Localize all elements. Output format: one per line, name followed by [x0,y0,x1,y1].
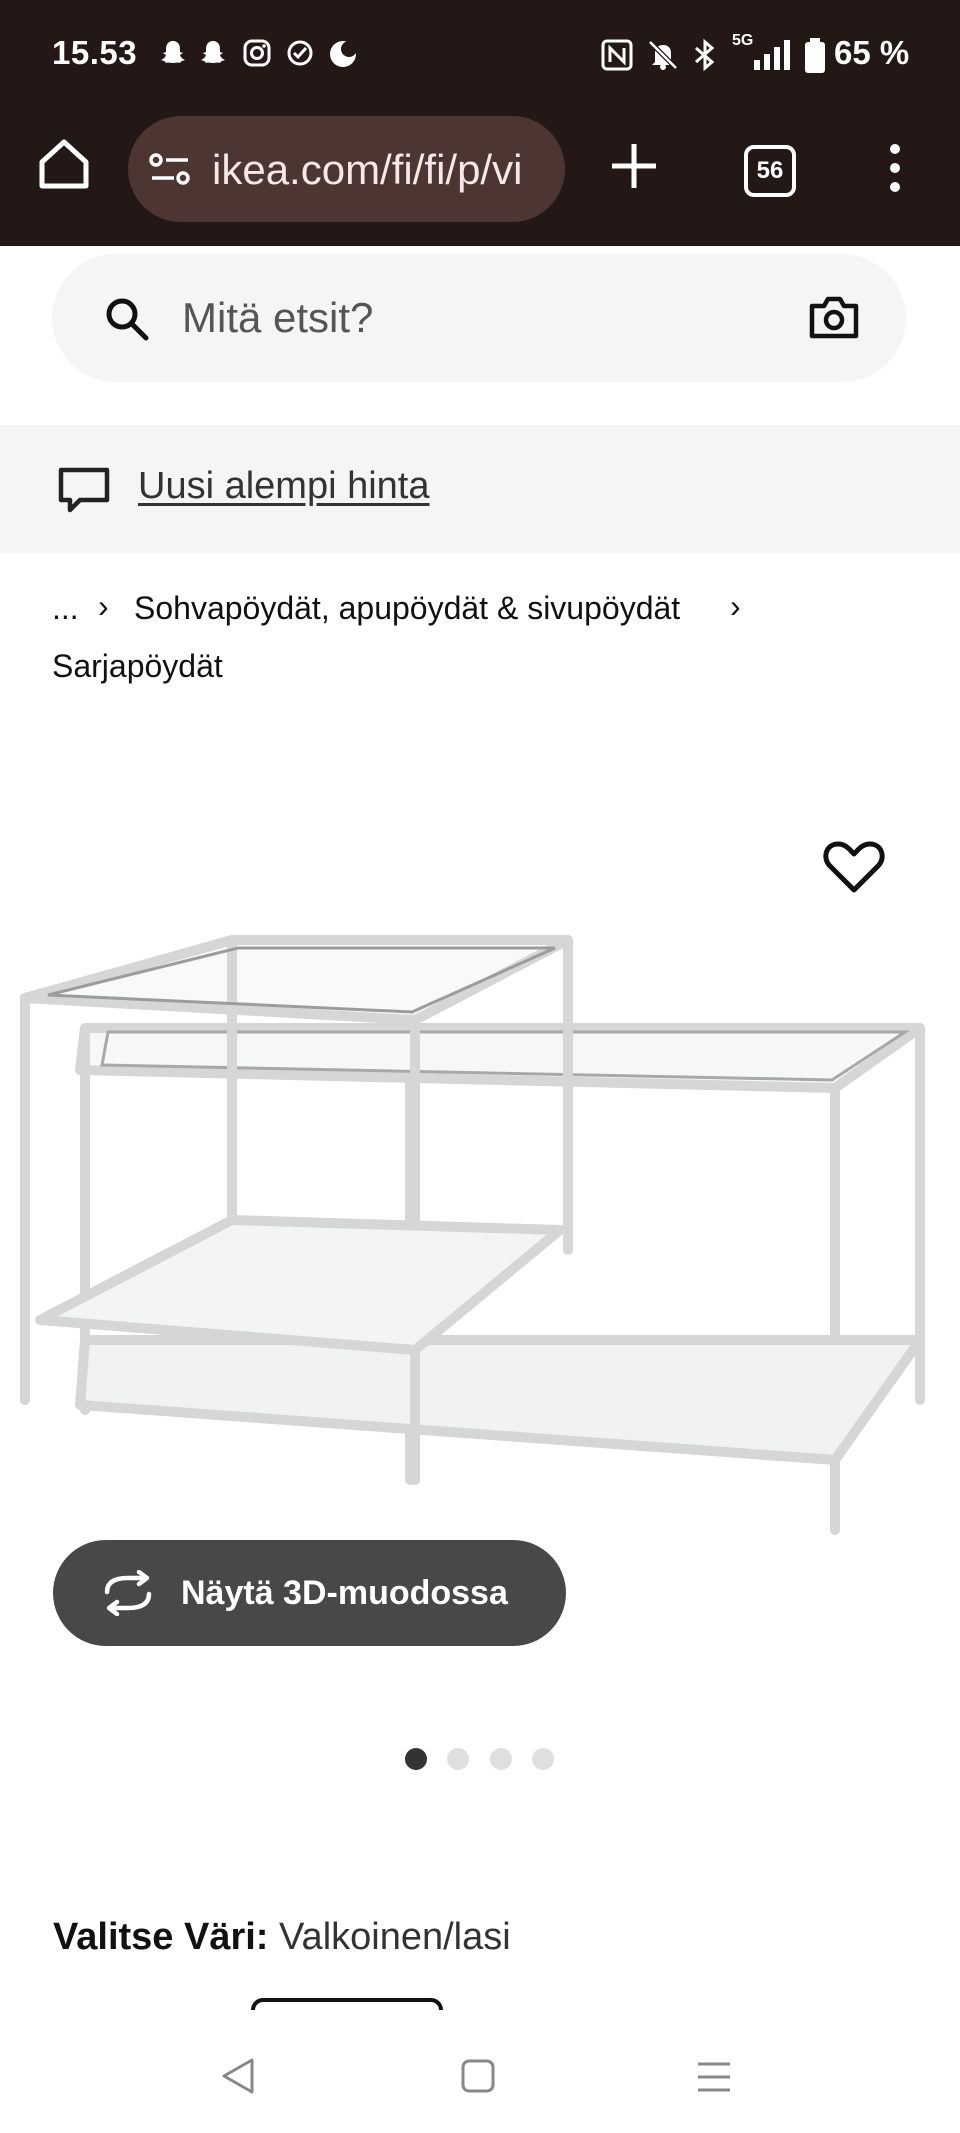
instagram-icon [243,39,271,67]
chat-bubble-icon [58,467,110,513]
battery-icon [805,38,825,73]
bell-off-icon [648,40,678,70]
breadcrumb-level2[interactable]: Sarjapöydät [52,648,223,685]
search-input[interactable]: Mitä etsit? [182,294,373,342]
camera-icon[interactable] [808,294,860,340]
battery-percent: 65 % [834,34,910,71]
signal-icon [754,40,790,70]
network-type: 5G [732,32,754,49]
color-selection: Valitse Väri: Valkoinen/lasi [53,1916,511,1959]
carousel-dot-2[interactable] [447,1748,469,1770]
home-nav-icon[interactable] [460,2058,496,2094]
site-settings-icon[interactable] [148,150,194,190]
promo-link[interactable]: Uusi alempi hinta [138,465,429,508]
carousel-dot-3[interactable] [490,1748,512,1770]
url-bar[interactable]: ikea.com/fi/fi/p/vi [128,116,565,222]
nfc-icon [601,39,633,71]
color-label: Valitse Väri: [53,1916,269,1958]
more-menu-icon[interactable] [880,142,910,194]
search-icon [106,298,149,341]
home-icon[interactable] [36,136,92,192]
rotate-3d-icon [104,1570,152,1616]
snapchat-icon [161,41,185,63]
url-text[interactable]: ikea.com/fi/fi/p/vi [212,146,522,194]
new-tab-icon[interactable] [608,140,660,192]
bluetooth-icon [695,38,715,72]
breadcrumb-separator-2: › [730,588,741,624]
breadcrumb-level1[interactable]: Sohvapöydät, apupöydät & sivupöydät [134,590,680,627]
carousel-dot-4[interactable] [532,1748,554,1770]
snapchat-icon-2 [201,41,225,63]
view-3d-button[interactable]: Näytä 3D-muodossa [53,1540,566,1646]
image-carousel-indicator [0,1740,960,1780]
moon-icon [330,41,357,67]
heart-icon[interactable] [822,836,886,896]
status-bar: 15.53 5G 65 % [0,0,960,108]
check-circle-icon [287,40,313,66]
recents-icon[interactable] [696,2060,732,2094]
back-icon[interactable] [220,2056,256,2096]
breadcrumb-separator: › [98,588,109,624]
color-value: Valkoinen/lasi [279,1916,511,1958]
view-3d-label: Näytä 3D-muodossa [181,1574,508,1612]
breadcrumb: ... › Sohvapöydät, apupöydät & sivupöydä… [0,586,960,696]
tab-switcher-button[interactable]: 56 [744,145,796,197]
promo-banner: Uusi alempi hinta [0,425,960,553]
system-nav-bar [0,2010,960,2133]
search-bar[interactable]: Mitä etsit? [52,254,906,382]
carousel-dot-1[interactable] [405,1748,427,1770]
breadcrumb-ellipsis[interactable]: ... [52,590,79,627]
product-image[interactable] [0,780,960,1560]
status-time: 15.53 [52,34,138,71]
